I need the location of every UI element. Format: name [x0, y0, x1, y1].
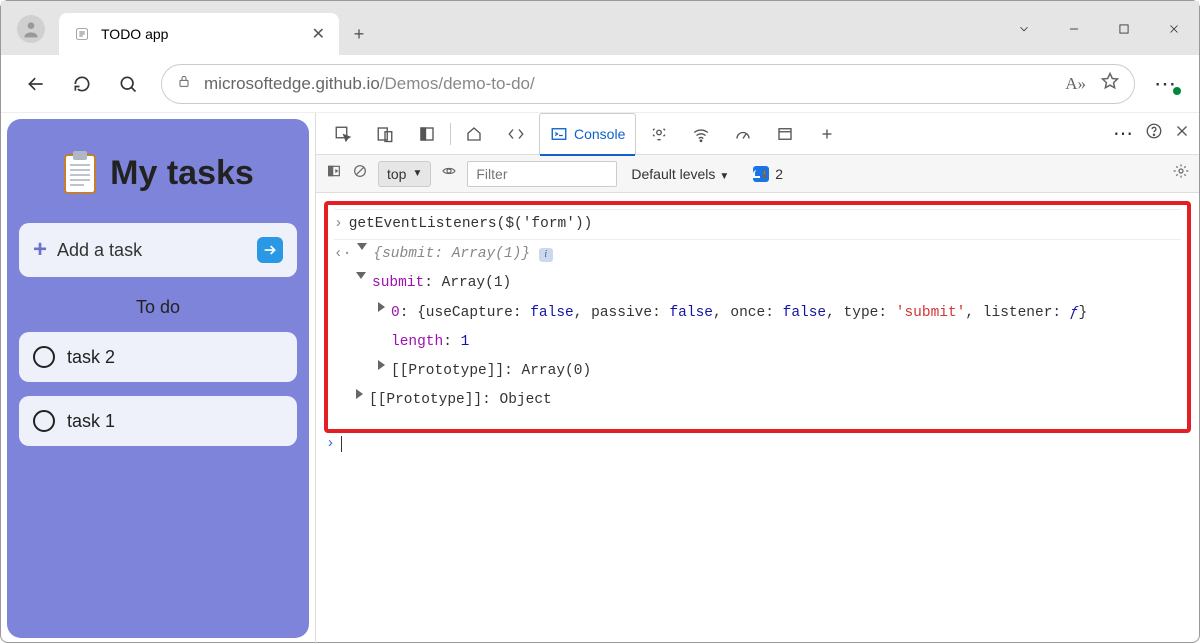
- filter-input[interactable]: [467, 161, 617, 187]
- devtools-more-icon[interactable]: ⋯: [1113, 121, 1135, 146]
- tab-close-icon[interactable]: ✕: [312, 24, 325, 44]
- maximize-button[interactable]: [1099, 22, 1149, 36]
- task-label: task 2: [67, 347, 115, 368]
- more-menu-button[interactable]: ⋯: [1147, 71, 1185, 97]
- network-tab-icon[interactable]: [682, 113, 720, 155]
- console-output[interactable]: › getEventListeners($('form')) ‹· {submi…: [316, 193, 1199, 644]
- live-expression-icon[interactable]: [441, 163, 457, 184]
- highlighted-region: › getEventListeners($('form')) ‹· {submi…: [324, 201, 1191, 433]
- back-button[interactable]: [15, 63, 57, 105]
- plus-icon: +: [33, 236, 47, 264]
- section-label: To do: [19, 297, 297, 318]
- tab-title: TODO app: [101, 26, 302, 42]
- console-output-line: ‹· {submit: Array(1)} i: [334, 240, 1181, 269]
- console-input-line: › getEventListeners($('form')): [334, 209, 1181, 240]
- devtools-tabbar: Console ⋯: [316, 113, 1199, 155]
- device-toggle-icon[interactable]: [366, 113, 404, 155]
- help-icon[interactable]: [1145, 122, 1163, 145]
- refresh-button[interactable]: [61, 63, 103, 105]
- inspect-element-icon[interactable]: [324, 113, 362, 155]
- minimize-button[interactable]: [1049, 22, 1099, 36]
- expand-toggle-icon[interactable]: [356, 389, 363, 399]
- close-devtools-icon[interactable]: [1173, 122, 1191, 145]
- console-tab[interactable]: Console: [539, 113, 636, 155]
- console-settings-icon[interactable]: [1173, 166, 1189, 183]
- task-circle-icon[interactable]: [33, 346, 55, 368]
- console-output-line: submit: Array(1): [334, 269, 1181, 298]
- console-toolbar: top▼ Default levels ▼ 2: [316, 155, 1199, 193]
- console-output-line: [[Prototype]]: Array(0): [334, 357, 1181, 386]
- dock-side-icon[interactable]: [408, 113, 446, 155]
- todo-app-panel: My tasks + Add a task To do task 2 task …: [7, 119, 309, 638]
- task-item[interactable]: task 2: [19, 332, 297, 382]
- add-task-input[interactable]: + Add a task: [19, 223, 297, 277]
- issues-counter[interactable]: 2: [753, 166, 783, 182]
- profile-avatar[interactable]: [17, 15, 45, 43]
- info-icon[interactable]: i: [539, 248, 553, 262]
- address-bar[interactable]: microsoftedge.github.io/Demos/demo-to-do…: [161, 64, 1135, 104]
- devtools-panel: Console ⋯ top▼ Default levels ▼: [315, 113, 1199, 644]
- browser-tab[interactable]: TODO app ✕: [59, 13, 339, 55]
- browser-toolbar: microsoftedge.github.io/Demos/demo-to-do…: [1, 55, 1199, 113]
- tab-favicon-icon: [73, 25, 91, 43]
- favorite-icon[interactable]: [1100, 71, 1120, 96]
- toggle-sidebar-icon[interactable]: [326, 163, 342, 184]
- url-text: microsoftedge.github.io/Demos/demo-to-do…: [204, 74, 535, 94]
- todo-app-title: My tasks: [110, 154, 254, 193]
- more-tabs-icon[interactable]: [808, 113, 846, 155]
- performance-tab-icon[interactable]: [724, 113, 762, 155]
- expand-toggle-icon[interactable]: [378, 302, 385, 312]
- clear-console-icon[interactable]: [352, 163, 368, 184]
- elements-tab-icon[interactable]: [497, 113, 535, 155]
- issue-icon: [753, 166, 769, 182]
- close-window-button[interactable]: [1149, 22, 1199, 36]
- welcome-tab-icon[interactable]: [455, 113, 493, 155]
- clipboard-icon: [62, 151, 98, 195]
- new-tab-button[interactable]: +: [339, 13, 379, 55]
- application-tab-icon[interactable]: [766, 113, 804, 155]
- console-output-line: length: 1: [334, 328, 1181, 357]
- submit-task-button[interactable]: [257, 237, 283, 263]
- search-button[interactable]: [107, 63, 149, 105]
- browser-titlebar: TODO app ✕ +: [1, 1, 1199, 55]
- lock-icon: [176, 73, 192, 94]
- context-selector[interactable]: top▼: [378, 161, 431, 187]
- console-output-line: [[Prototype]]: Object: [334, 386, 1181, 415]
- task-item[interactable]: task 1: [19, 396, 297, 446]
- read-aloud-icon[interactable]: A»: [1065, 74, 1086, 94]
- console-output-line: 0: {useCapture: false, passive: false, o…: [334, 299, 1181, 328]
- sources-tab-icon[interactable]: [640, 113, 678, 155]
- expand-toggle-icon[interactable]: [378, 360, 385, 370]
- console-prompt[interactable]: ›: [324, 433, 1191, 455]
- task-label: task 1: [67, 411, 115, 432]
- expand-toggle-icon[interactable]: [356, 272, 366, 279]
- expand-toggle-icon[interactable]: [357, 243, 367, 250]
- levels-dropdown[interactable]: Default levels ▼: [631, 166, 729, 182]
- task-circle-icon[interactable]: [33, 410, 55, 432]
- add-task-label: Add a task: [57, 240, 142, 261]
- dropdown-icon[interactable]: [999, 22, 1049, 36]
